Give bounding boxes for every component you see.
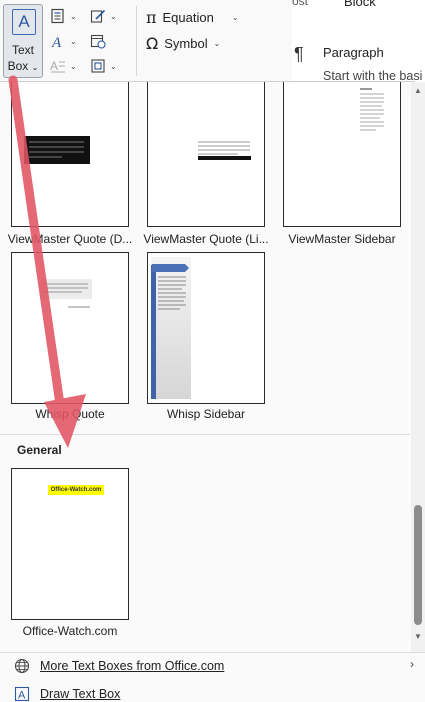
drop-cap-icon: A <box>50 59 65 73</box>
signature-line-button[interactable]: ⌄ <box>90 7 122 25</box>
gallery-item-office-watch[interactable]: Office-Watch.com <box>11 468 129 620</box>
gallery-item-whisp-sidebar[interactable] <box>147 252 265 404</box>
chevron-down-icon: ⌄ <box>110 61 117 71</box>
chevron-down-icon: ⌄ <box>70 11 77 21</box>
gallery-scrollbar[interactable]: ▲ ▼ <box>411 82 425 652</box>
whisp-quote-preview <box>40 279 92 308</box>
viewmaster-quote-dark-preview <box>24 136 90 164</box>
gallery-item-label: ViewMaster Quote (D... <box>7 232 133 246</box>
office-watch-badge: Office-Watch.com <box>48 485 104 495</box>
drop-cap-button[interactable]: A ⌄ <box>50 57 82 75</box>
ribbon-separator <box>136 6 137 76</box>
symbol-label: Symbol <box>164 36 208 51</box>
viewmaster-sidebar-preview <box>360 88 384 131</box>
gallery-item-label: Whisp Quote <box>35 407 105 421</box>
text-box-button[interactable]: A Text Box ⌄ <box>3 4 43 78</box>
calendar-clock-icon <box>90 34 106 49</box>
signature-line-icon <box>90 9 106 23</box>
paragraph-icon: ¶ <box>294 44 304 64</box>
draw-text-box-icon: A <box>14 686 30 702</box>
wordart-button[interactable]: A ⌄ <box>50 32 82 50</box>
text-box-label-line2: Box ⌄ <box>7 59 39 73</box>
scroll-up-icon[interactable]: ▲ <box>411 86 425 95</box>
more-text-boxes-label: More Text Boxes from Office.com <box>40 659 225 673</box>
text-box-label-line1: Text <box>11 43 34 57</box>
draw-text-box-label: Draw Text Box <box>40 687 121 701</box>
scrollbar-thumb[interactable] <box>414 505 422 625</box>
draw-text-box-menu-item[interactable]: A Draw Text Box <box>14 686 120 702</box>
gallery-item-label: Whisp Sidebar <box>166 407 246 421</box>
gallery-item-label: ViewMaster Sidebar <box>288 232 396 246</box>
text-box-icon: A <box>12 9 36 35</box>
equation-label: Equation <box>162 10 214 25</box>
chevron-down-icon: ⌄ <box>110 11 117 21</box>
text-box-gallery: ViewMaster Quote (D... ViewMaster Quote … <box>0 82 425 652</box>
gallery-footer: More Text Boxes from Office.com › A Draw… <box>0 652 425 702</box>
quick-parts-button[interactable]: ⌄ <box>50 7 82 25</box>
object-button[interactable]: ⌄ <box>90 57 122 75</box>
tab-block[interactable]: Block <box>344 0 376 9</box>
gallery-item-label: ViewMaster Quote (Li... <box>143 232 269 246</box>
chevron-down-icon: ⌄ <box>70 36 77 46</box>
globe-icon <box>14 658 30 674</box>
scroll-down-icon[interactable]: ▼ <box>411 632 425 641</box>
pi-icon: π <box>146 8 157 27</box>
more-text-boxes-menu-item[interactable]: More Text Boxes from Office.com <box>14 658 224 674</box>
quick-parts-icon <box>51 8 64 24</box>
viewmaster-quote-light-preview <box>198 141 251 160</box>
chevron-down-icon: ⌄ <box>213 39 221 48</box>
gallery-item-viewmaster-quote-light[interactable] <box>147 82 265 227</box>
gallery-item-viewmaster-sidebar[interactable] <box>283 82 401 227</box>
gallery-item-viewmaster-quote-dark[interactable] <box>11 82 129 227</box>
object-icon <box>91 59 105 73</box>
wordart-icon: A <box>51 35 62 49</box>
section-title-general: General <box>17 443 62 457</box>
chevron-down-icon: ⌄ <box>31 63 39 72</box>
gallery-item-whisp-quote[interactable] <box>11 252 129 404</box>
equation-button[interactable]: π Equation ⌄ <box>146 8 239 27</box>
symbol-button[interactable]: Ω Symbol ⌄ <box>146 34 220 53</box>
chevron-down-icon: ⌄ <box>70 61 77 71</box>
date-time-button[interactable] <box>90 32 122 50</box>
section-divider <box>0 434 410 435</box>
svg-text:A: A <box>50 59 58 73</box>
tab-partial[interactable]: ost <box>292 0 308 8</box>
chevron-right-icon: › <box>410 657 414 671</box>
whisp-sidebar-preview <box>151 257 191 399</box>
chevron-down-icon: ⌄ <box>231 13 239 22</box>
paragraph-title: Paragraph <box>323 45 384 60</box>
svg-text:A: A <box>51 35 62 49</box>
gallery-item-label: Office-Watch.com <box>22 624 118 638</box>
svg-text:A: A <box>18 690 26 702</box>
omega-icon: Ω <box>146 34 159 53</box>
